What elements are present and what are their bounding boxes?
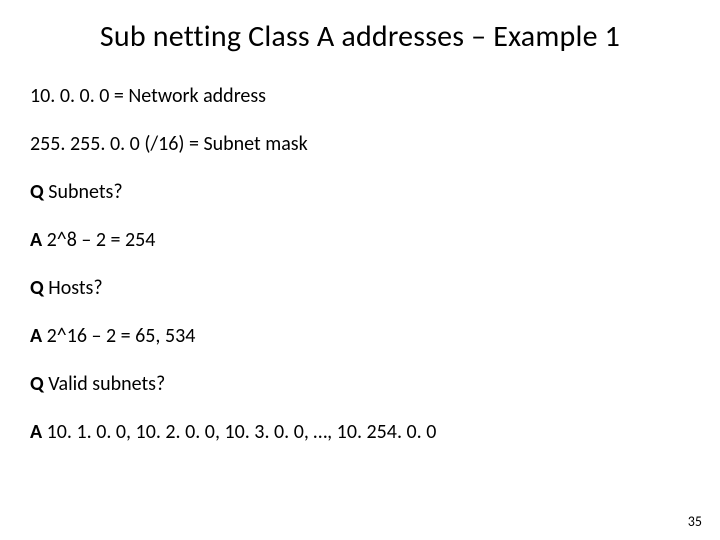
text: 10. 1. 0. 0, 10. 2. 0. 0, 10. 3. 0. 0, ……: [42, 420, 436, 444]
text: Hosts?: [44, 276, 103, 300]
line-subnet-mask: 255. 255. 0. 0 (/16) = Subnet mask: [30, 132, 690, 156]
line-network-address: 10. 0. 0. 0 = Network address: [30, 84, 690, 108]
text: 255. 255. 0. 0 (/16) = Subnet mask: [30, 132, 308, 156]
line-q-subnets: Q Subnets?: [30, 180, 690, 204]
label-q: Q: [30, 180, 44, 204]
page-number: 35: [688, 513, 702, 530]
text: 2^16 – 2 = 65, 534: [42, 324, 195, 348]
text: Subnets?: [44, 180, 123, 204]
line-q-hosts: Q Hosts?: [30, 276, 690, 300]
text: Valid subnets?: [44, 372, 166, 396]
line-a-valid-subnets: A 10. 1. 0. 0, 10. 2. 0. 0, 10. 3. 0. 0,…: [30, 420, 690, 444]
slide-title: Sub netting Class A addresses – Example …: [0, 18, 720, 55]
line-a-hosts: A 2^16 – 2 = 65, 534: [30, 324, 690, 348]
label-q: Q: [30, 276, 44, 300]
text: 10. 0. 0. 0 = Network address: [30, 84, 266, 108]
label-a: A: [30, 228, 42, 252]
text: 2^8 – 2 = 254: [42, 228, 155, 252]
line-q-valid-subnets: Q Valid subnets?: [30, 372, 690, 396]
label-q: Q: [30, 372, 44, 396]
line-a-subnets: A 2^8 – 2 = 254: [30, 228, 690, 252]
label-a: A: [30, 420, 42, 444]
slide-body: 10. 0. 0. 0 = Network address 255. 255. …: [30, 84, 690, 468]
slide: Sub netting Class A addresses – Example …: [0, 0, 720, 540]
label-a: A: [30, 324, 42, 348]
